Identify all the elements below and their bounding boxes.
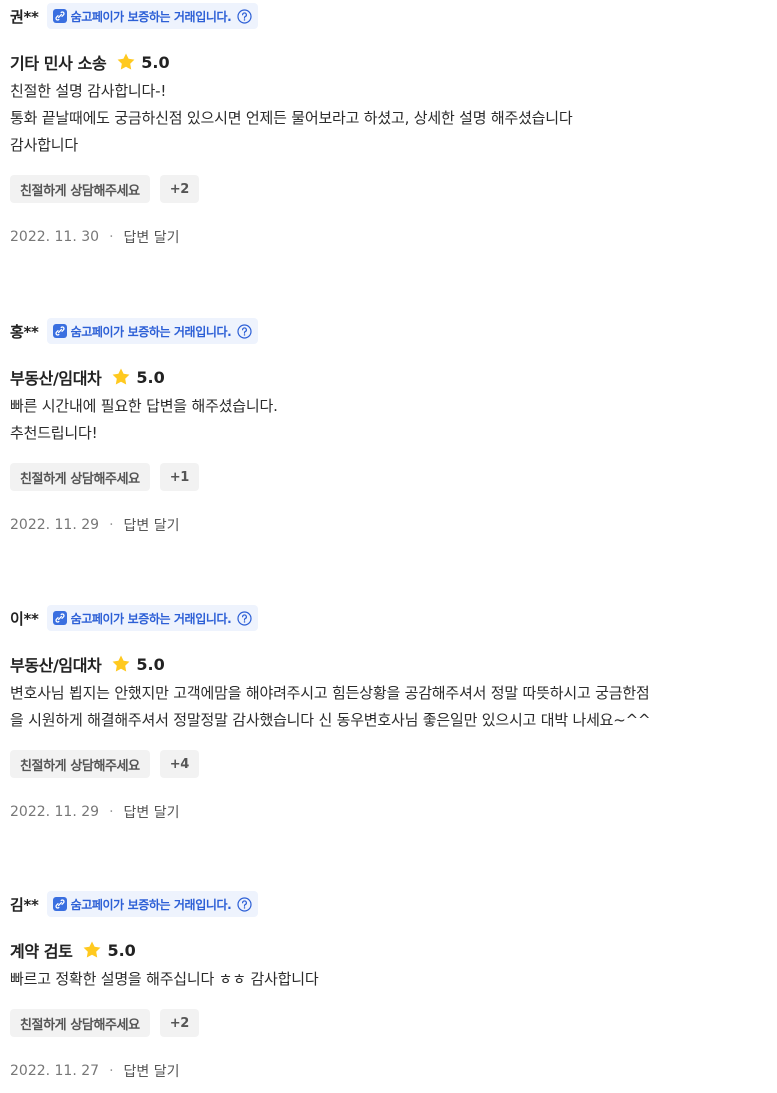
review-item: 이** 숨고페이가 보증하는 거래입니다. 부동산/임대차 5.0 변호사님 뵙… [10, 603, 770, 888]
question-circle-icon[interactable] [237, 610, 252, 626]
service-name: 부동산/임대차 [10, 369, 102, 388]
service-rating-line: 계약 검토 5.0 [10, 938, 770, 962]
question-circle-icon[interactable] [237, 323, 252, 339]
badge-text: 숨고페이가 보증하는 거래입니다. [70, 897, 232, 912]
badge-text: 숨고페이가 보증하는 거래입니다. [70, 611, 232, 626]
review-text: 빠르고 정확한 설명을 해주십니다 ㅎㅎ 감사합니다 [10, 970, 319, 988]
review-tag: 친절하게 상담해주세요 [10, 750, 150, 778]
review-tag: 친절하게 상담해주세요 [10, 1009, 150, 1037]
badge-text: 숨고페이가 보증하는 거래입니다. [70, 9, 232, 24]
reviewer-name: 권** [10, 7, 39, 26]
separator-dot: · [109, 517, 114, 533]
question-circle-icon[interactable] [237, 896, 252, 912]
rating-value: 5.0 [136, 654, 165, 674]
question-circle-icon[interactable] [237, 8, 252, 24]
star-icon [116, 52, 136, 72]
separator-dot: · [109, 804, 114, 820]
rating-value: 5.0 [107, 940, 136, 960]
review-tags: 친절하게 상담해주세요 +2 [10, 175, 770, 203]
more-tags-button[interactable]: +4 [159, 750, 199, 778]
safe-payment-badge: 숨고페이가 보증하는 거래입니다. [46, 891, 259, 917]
review-item: 홍** 숨고페이가 보증하는 거래입니다. 부동산/임대차 5.0 빠른 시간내… [10, 316, 770, 602]
review-tags: 친절하게 상담해주세요 +4 [10, 750, 770, 778]
separator-dot: · [109, 229, 114, 245]
review-meta: 2022. 11. 30 · 답변 달기 [10, 227, 770, 247]
review-date: 2022. 11. 27 [10, 1063, 100, 1079]
review-tags: 친절하게 상담해주세요 +1 [10, 463, 770, 491]
star-icon [111, 654, 131, 674]
badge-text: 숨고페이가 보증하는 거래입니다. [70, 324, 232, 339]
rating-value: 5.0 [141, 52, 170, 72]
star-icon [82, 940, 102, 960]
service-name: 기타 민사 소송 [10, 54, 107, 73]
link-icon [52, 9, 67, 23]
link-icon [52, 324, 67, 338]
review-meta: 2022. 11. 29 · 답변 달기 [10, 802, 770, 822]
reviewer-name: 이** [10, 609, 39, 628]
review-header: 김** 숨고페이가 보증하는 거래입니다. [10, 889, 770, 919]
reply-button[interactable]: 답변 달기 [124, 515, 180, 535]
reply-button[interactable]: 답변 달기 [124, 1061, 180, 1081]
star-icon [111, 367, 131, 387]
review-item: 김** 숨고페이가 보증하는 거래입니다. 계약 검토 5.0 빠르고 정확한 … [10, 889, 770, 1089]
review-text: 친절한 설명 감사합니다-! 통화 끝날때에도 궁금하신점 있으시면 언제든 물… [10, 82, 573, 154]
link-icon [52, 897, 67, 911]
safe-payment-badge: 숨고페이가 보증하는 거래입니다. [46, 3, 259, 29]
review-header: 홍** 숨고페이가 보증하는 거래입니다. [10, 316, 770, 346]
more-tags-button[interactable]: +2 [159, 175, 199, 203]
review-meta: 2022. 11. 27 · 답변 달기 [10, 1061, 770, 1081]
review-item: 권** 숨고페이가 보증하는 거래입니다. 기타 민사 소송 5.0 친절한 설… [10, 1, 770, 315]
review-text: 변호사님 뵙지는 안했지만 고객에맘을 해야려주시고 힘든상황을 공감해주셔서 … [10, 684, 651, 729]
review-list: 권** 숨고페이가 보증하는 거래입니다. 기타 민사 소송 5.0 친절한 설… [10, 0, 770, 1089]
review-header: 이** 숨고페이가 보증하는 거래입니다. [10, 603, 770, 633]
review-meta: 2022. 11. 29 · 답변 달기 [10, 515, 770, 535]
service-rating-line: 기타 민사 소송 5.0 [10, 50, 770, 74]
reviewer-name: 홍** [10, 322, 39, 341]
review-date: 2022. 11. 29 [10, 517, 100, 533]
review-text: 빠른 시간내에 필요한 답변을 해주셨습니다. 추천드립니다! [10, 397, 278, 442]
review-tag: 친절하게 상담해주세요 [10, 175, 150, 203]
separator-dot: · [109, 1063, 114, 1079]
safe-payment-badge: 숨고페이가 보증하는 거래입니다. [46, 318, 259, 344]
reply-button[interactable]: 답변 달기 [124, 227, 180, 247]
review-date: 2022. 11. 30 [10, 229, 100, 245]
review-header: 권** 숨고페이가 보증하는 거래입니다. [10, 1, 770, 31]
more-tags-button[interactable]: +1 [159, 463, 199, 491]
link-icon [52, 611, 67, 625]
service-rating-line: 부동산/임대차 5.0 [10, 365, 770, 389]
more-tags-button[interactable]: +2 [159, 1009, 199, 1037]
reviewer-name: 김** [10, 895, 39, 914]
review-tags: 친절하게 상담해주세요 +2 [10, 1009, 770, 1037]
service-name: 부동산/임대차 [10, 656, 102, 675]
reply-button[interactable]: 답변 달기 [124, 802, 180, 822]
service-rating-line: 부동산/임대차 5.0 [10, 652, 770, 676]
rating-value: 5.0 [136, 367, 165, 387]
review-tag: 친절하게 상담해주세요 [10, 463, 150, 491]
safe-payment-badge: 숨고페이가 보증하는 거래입니다. [46, 605, 259, 631]
service-name: 계약 검토 [10, 942, 73, 961]
review-date: 2022. 11. 29 [10, 804, 100, 820]
